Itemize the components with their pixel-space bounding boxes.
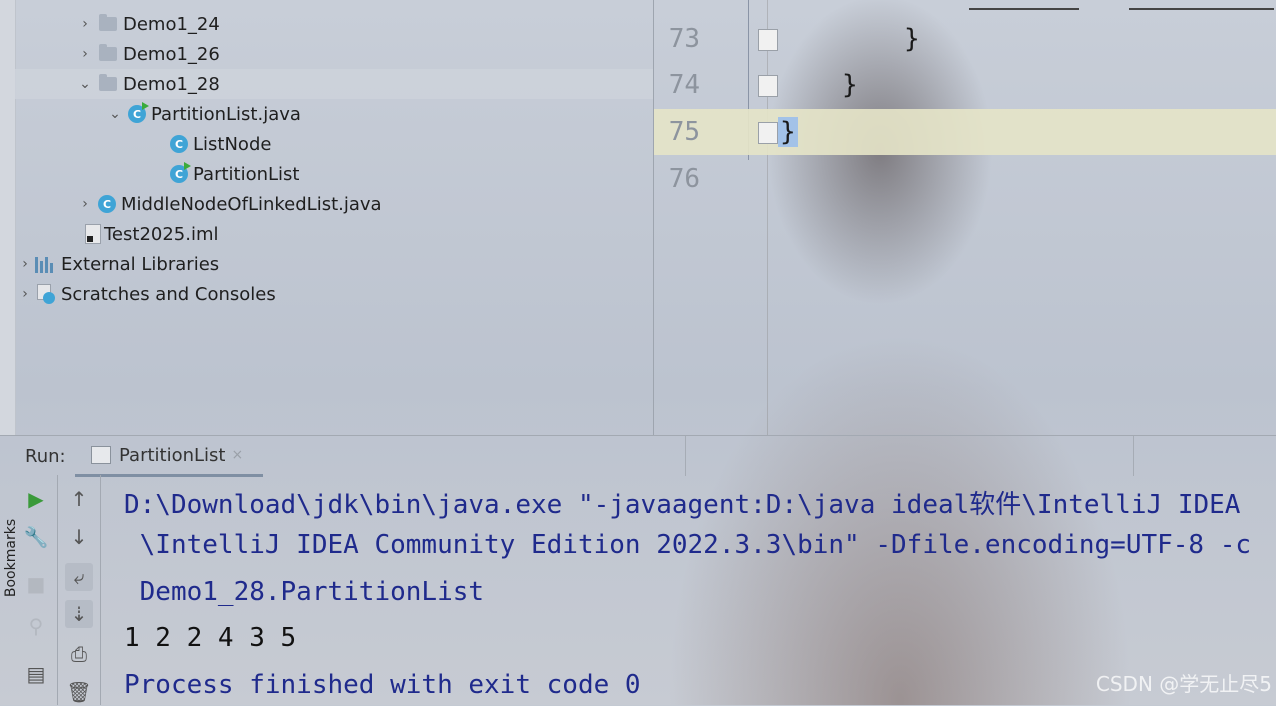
structure-tab[interactable]: ucture <box>0 661 3 706</box>
partial-code-line <box>1129 0 1274 10</box>
tree-item-demo1-28[interactable]: ⌄ Demo1_28 <box>15 69 653 99</box>
console-line-command-cont: \IntelliJ IDEA Community Edition 2022.3.… <box>124 530 1252 560</box>
tree-item-partitionlist-class[interactable]: C PartitionList <box>15 159 653 189</box>
fold-marker-icon[interactable] <box>758 75 778 97</box>
scratches-icon <box>35 284 57 304</box>
tree-item-label: MiddleNodeOfLinkedList.java <box>121 193 382 215</box>
tree-item-label: Test2025.iml <box>104 223 219 245</box>
tree-item-demo1-26[interactable]: › Demo1_26 <box>15 39 653 69</box>
module-file-icon <box>85 224 101 244</box>
console-line-command: D:\Download\jdk\bin\java.exe "-javaagent… <box>124 490 1241 520</box>
chevron-down-icon[interactable]: ⌄ <box>107 106 123 122</box>
watermark: CSDN @学无止尽5 <box>1095 672 1272 696</box>
console-line-output: 1 2 2 4 3 5 <box>124 623 297 653</box>
side-tool-labels: Bookmarks ucture <box>0 470 19 706</box>
left-tool-strip <box>0 0 16 435</box>
libraries-icon <box>35 255 57 273</box>
class-icon: C <box>98 195 116 213</box>
code-editor[interactable]: 73 } 74 } 75 } 76 <box>654 0 1276 435</box>
folder-icon <box>99 14 117 31</box>
console-icon <box>91 446 111 464</box>
console-line-exit: Process finished with exit code 0 <box>124 670 641 700</box>
tree-item-listnode[interactable]: C ListNode <box>15 129 653 159</box>
tree-item-label: ListNode <box>193 133 272 155</box>
arrow-down-icon[interactable]: ↓ <box>65 523 93 551</box>
chevron-right-icon[interactable]: › <box>77 196 93 212</box>
tree-item-label: PartitionList <box>193 163 300 185</box>
run-tab-partitionlist[interactable]: PartitionList × <box>75 436 263 477</box>
tree-item-label: Demo1_24 <box>123 13 220 35</box>
run-toolbar-secondary: ↑ ↓ ⤶ ⇣ ⎙ 🗑 <box>58 475 101 705</box>
tree-item-partitionlist-java[interactable]: ⌄ C PartitionList.java <box>15 99 653 129</box>
print-icon[interactable]: ⎙ <box>65 640 93 668</box>
code-line-76[interactable]: 76 <box>654 156 1276 202</box>
code-text-caret: } <box>778 117 798 147</box>
close-icon[interactable]: × <box>231 447 243 463</box>
folder-icon <box>99 74 117 91</box>
rerun-icon[interactable]: ▶ <box>22 485 50 513</box>
console-line-main-class: Demo1_28.PartitionList <box>124 577 485 607</box>
code-line-75[interactable]: 75 } <box>654 109 1276 155</box>
tree-item-label: Demo1_28 <box>123 73 220 95</box>
tree-item-demo1-24[interactable]: › Demo1_24 <box>15 9 653 39</box>
tree-item-external-libraries[interactable]: › External Libraries <box>15 249 653 279</box>
fold-marker-icon[interactable] <box>758 29 778 51</box>
pin-icon[interactable]: ⚲ <box>22 612 50 640</box>
stop-icon[interactable]: ■ <box>22 570 50 598</box>
folder-icon <box>99 44 117 61</box>
wrench-icon[interactable]: 🔧 <box>22 523 50 551</box>
tree-item-label: Demo1_26 <box>123 43 220 65</box>
tree-item-label: PartitionList.java <box>151 103 301 125</box>
scroll-to-end-icon[interactable]: ⇣ <box>65 600 93 628</box>
tree-item-middlenode[interactable]: › C MiddleNodeOfLinkedList.java <box>15 189 653 219</box>
tree-item-scratches[interactable]: › Scratches and Consoles <box>15 279 653 309</box>
chevron-down-icon[interactable]: ⌄ <box>77 76 93 92</box>
line-number: 74 <box>668 70 700 100</box>
runnable-class-icon: C <box>170 162 191 183</box>
java-class-icon: C <box>128 102 149 123</box>
tree-item-test2025-iml[interactable]: Test2025.iml <box>15 219 653 249</box>
tree-item-label: Scratches and Consoles <box>61 283 276 305</box>
run-title: Run: <box>25 445 66 467</box>
fold-marker-icon[interactable] <box>758 122 778 144</box>
arrow-up-icon[interactable]: ↑ <box>65 485 93 513</box>
code-text: } <box>842 70 858 100</box>
chevron-right-icon[interactable]: › <box>77 46 93 62</box>
soft-wrap-icon[interactable]: ⤶ <box>65 563 93 591</box>
line-number: 73 <box>668 24 700 54</box>
code-text: } <box>904 24 920 54</box>
line-number: 76 <box>668 164 700 194</box>
chevron-right-icon[interactable]: › <box>17 256 33 272</box>
line-number: 75 <box>668 117 700 147</box>
layout-icon[interactable]: ▤ <box>22 660 50 688</box>
header-separator <box>1133 436 1134 476</box>
run-tool-window: Run: PartitionList × D:\Download\jdk\bin… <box>0 435 1276 706</box>
class-icon: C <box>170 135 188 153</box>
chevron-right-icon[interactable]: › <box>17 286 33 302</box>
partial-code-line <box>969 0 1079 10</box>
code-line-74[interactable]: 74 } <box>654 62 1276 108</box>
header-separator <box>685 436 686 476</box>
tree-item-label: External Libraries <box>61 253 220 275</box>
trash-icon[interactable]: 🗑 <box>65 678 93 706</box>
project-tree: › Demo1_24 › Demo1_26 ⌄ Demo1_28 ⌄ C Par… <box>15 0 653 435</box>
code-line-73[interactable]: 73 } <box>654 16 1276 62</box>
run-tab-label: PartitionList <box>119 444 226 466</box>
run-toolbar-primary: ▶ 🔧 ■ ⚲ ▤ <box>15 475 58 705</box>
chevron-right-icon[interactable]: › <box>77 16 93 32</box>
